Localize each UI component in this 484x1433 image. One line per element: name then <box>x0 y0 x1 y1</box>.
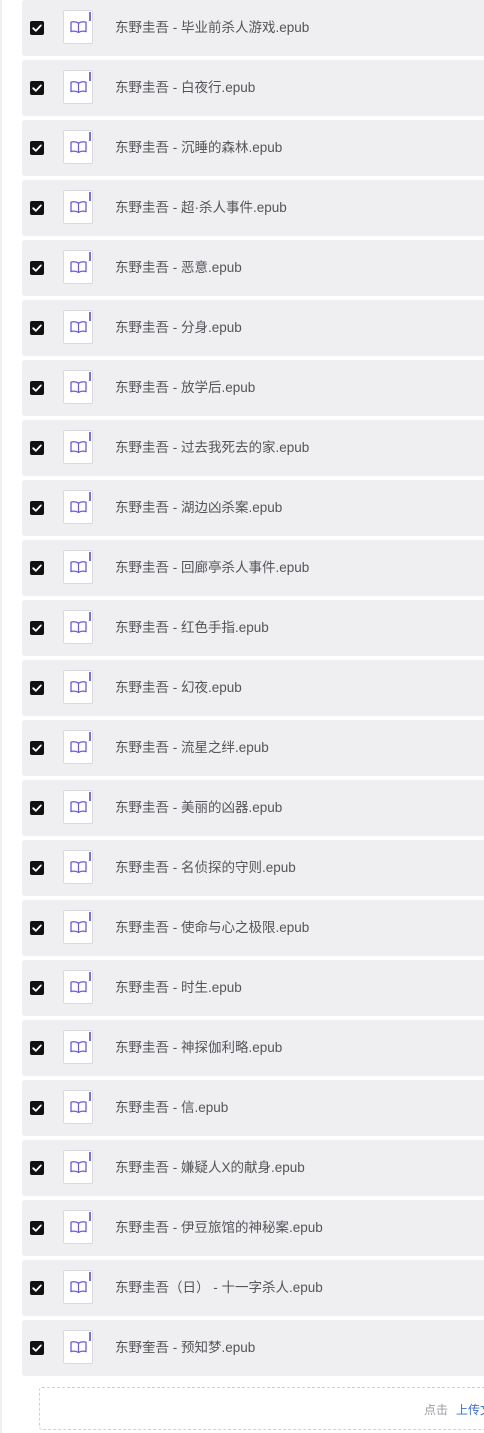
file-name: 东野圭吾 - 过去我死去的家.epub <box>115 440 310 455</box>
file-name: 东野圭吾 - 白夜行.epub <box>115 80 256 95</box>
file-list-item[interactable]: 东野圭吾 - 神探伽利略.epub <box>22 1020 484 1076</box>
epub-book-icon <box>63 610 93 644</box>
file-list-item[interactable]: 东野圭吾 - 时生.epub <box>22 960 484 1016</box>
epub-book-icon <box>63 310 93 344</box>
epub-book-icon <box>63 70 93 104</box>
file-name: 东野圭吾 - 分身.epub <box>115 320 242 335</box>
epub-book-icon <box>63 1150 93 1184</box>
file-list-item[interactable]: 东野圭吾 - 名侦探的守则.epub <box>22 840 484 896</box>
checkbox-checked-icon[interactable] <box>30 561 44 575</box>
file-list-item[interactable]: 东野圭吾 - 回廊亭杀人事件.epub <box>22 540 484 596</box>
checkbox-checked-icon[interactable] <box>30 681 44 695</box>
checkbox-checked-icon[interactable] <box>30 1341 44 1355</box>
epub-book-icon <box>63 10 93 44</box>
epub-book-icon <box>63 1330 93 1364</box>
checkbox-checked-icon[interactable] <box>30 621 44 635</box>
file-upload-panel: 东野圭吾 - 毕业前杀人游戏.epub 东野圭吾 - 白夜行.epub 东野圭吾 -… <box>0 0 484 1433</box>
file-name: 东野圭吾 - 流星之绊.epub <box>115 740 269 755</box>
file-list-item[interactable]: 东野圭吾 - 红色手指.epub <box>22 600 484 656</box>
file-list-item[interactable]: 东野圭吾 - 美丽的凶器.epub <box>22 780 484 836</box>
file-name: 东野圭吾 - 嫌疑人X的献身.epub <box>115 1160 305 1175</box>
checkbox-checked-icon[interactable] <box>30 21 44 35</box>
file-list-item[interactable]: 东野圭吾 - 超·杀人事件.epub <box>22 180 484 236</box>
file-name: 东野圭吾 - 回廊亭杀人事件.epub <box>115 560 310 575</box>
file-list-item[interactable]: 东野圭吾（日） - 十一字杀人.epub <box>22 1260 484 1316</box>
file-name: 东野圭吾 - 湖边凶杀案.epub <box>115 500 283 515</box>
epub-book-icon <box>63 1090 93 1124</box>
file-list-item[interactable]: 东野圭吾 - 放学后.epub <box>22 360 484 416</box>
checkbox-checked-icon[interactable] <box>30 141 44 155</box>
upload-hint-text: 点击 <box>424 1403 449 1417</box>
checkbox-checked-icon[interactable] <box>30 501 44 515</box>
checkbox-checked-icon[interactable] <box>30 441 44 455</box>
file-list-item[interactable]: 东野圭吾 - 恶意.epub <box>22 240 484 296</box>
epub-book-icon <box>63 130 93 164</box>
checkbox-checked-icon[interactable] <box>30 1281 44 1295</box>
file-name: 东野圭吾 - 神探伽利略.epub <box>115 1040 283 1055</box>
file-name: 东野圭吾 - 使命与心之极限.epub <box>115 920 310 935</box>
file-name: 东野奎吾 - 预知梦.epub <box>115 1340 256 1355</box>
epub-book-icon <box>63 910 93 944</box>
epub-book-icon <box>63 850 93 884</box>
checkbox-checked-icon[interactable] <box>30 261 44 275</box>
epub-book-icon <box>63 1030 93 1064</box>
epub-book-icon <box>63 550 93 584</box>
epub-book-icon <box>63 490 93 524</box>
panel-left-border <box>0 0 2 1433</box>
file-list-item[interactable]: 东野圭吾 - 湖边凶杀案.epub <box>22 480 484 536</box>
checkbox-checked-icon[interactable] <box>30 981 44 995</box>
file-name: 东野圭吾 - 幻夜.epub <box>115 680 242 695</box>
file-list-item[interactable]: 东野圭吾 - 分身.epub <box>22 300 484 356</box>
checkbox-checked-icon[interactable] <box>30 741 44 755</box>
file-name: 东野圭吾 - 伊豆旅馆的神秘案.epub <box>115 1220 323 1235</box>
checkbox-checked-icon[interactable] <box>30 801 44 815</box>
checkbox-checked-icon[interactable] <box>30 381 44 395</box>
checkbox-checked-icon[interactable] <box>30 921 44 935</box>
file-name: 东野圭吾 - 时生.epub <box>115 980 242 995</box>
epub-book-icon <box>63 190 93 224</box>
file-list-item[interactable]: 东野圭吾 - 嫌疑人X的献身.epub <box>22 1140 484 1196</box>
file-list-item[interactable]: 东野圭吾 - 毕业前杀人游戏.epub <box>22 0 484 56</box>
checkbox-checked-icon[interactable] <box>30 321 44 335</box>
file-name: 东野圭吾 - 美丽的凶器.epub <box>115 800 283 815</box>
file-list-item[interactable]: 东野圭吾 - 白夜行.epub <box>22 60 484 116</box>
file-list-item[interactable]: 东野奎吾 - 预知梦.epub <box>22 1320 484 1376</box>
file-list-item[interactable]: 东野圭吾 - 信.epub <box>22 1080 484 1136</box>
upload-link[interactable]: 上传文 <box>456 1401 484 1418</box>
epub-book-icon <box>63 1210 93 1244</box>
file-name: 东野圭吾 - 沉睡的森林.epub <box>115 140 283 155</box>
checkbox-checked-icon[interactable] <box>30 201 44 215</box>
checkbox-checked-icon[interactable] <box>30 1041 44 1055</box>
file-name: 东野圭吾（日） - 十一字杀人.epub <box>115 1280 323 1295</box>
file-list-item[interactable]: 东野圭吾 - 流星之绊.epub <box>22 720 484 776</box>
epub-book-icon <box>63 1270 93 1304</box>
epub-book-icon <box>63 790 93 824</box>
checkbox-checked-icon[interactable] <box>30 1161 44 1175</box>
file-list-item[interactable]: 东野圭吾 - 使命与心之极限.epub <box>22 900 484 956</box>
epub-book-icon <box>63 250 93 284</box>
file-list-item[interactable]: 东野圭吾 - 幻夜.epub <box>22 660 484 716</box>
epub-book-icon <box>63 370 93 404</box>
checkbox-checked-icon[interactable] <box>30 1221 44 1235</box>
epub-book-icon <box>63 730 93 764</box>
file-name: 东野圭吾 - 恶意.epub <box>115 260 242 275</box>
file-list-item[interactable]: 东野圭吾 - 过去我死去的家.epub <box>22 420 484 476</box>
file-list-item[interactable]: 东野圭吾 - 伊豆旅馆的神秘案.epub <box>22 1200 484 1256</box>
checkbox-checked-icon[interactable] <box>30 1101 44 1115</box>
checkbox-checked-icon[interactable] <box>30 81 44 95</box>
file-name: 东野圭吾 - 红色手指.epub <box>115 620 269 635</box>
file-name: 东野圭吾 - 名侦探的守则.epub <box>115 860 296 875</box>
upload-dropzone[interactable]: 点击 上传文 <box>39 1387 484 1430</box>
file-list-item[interactable]: 东野圭吾 - 沉睡的森林.epub <box>22 120 484 176</box>
file-name: 东野圭吾 - 信.epub <box>115 1100 229 1115</box>
epub-book-icon <box>63 970 93 1004</box>
checkbox-checked-icon[interactable] <box>30 861 44 875</box>
file-name: 东野圭吾 - 放学后.epub <box>115 380 256 395</box>
file-name: 东野圭吾 - 超·杀人事件.epub <box>115 200 287 215</box>
file-name: 东野圭吾 - 毕业前杀人游戏.epub <box>115 20 310 35</box>
epub-book-icon <box>63 430 93 464</box>
epub-book-icon <box>63 670 93 704</box>
